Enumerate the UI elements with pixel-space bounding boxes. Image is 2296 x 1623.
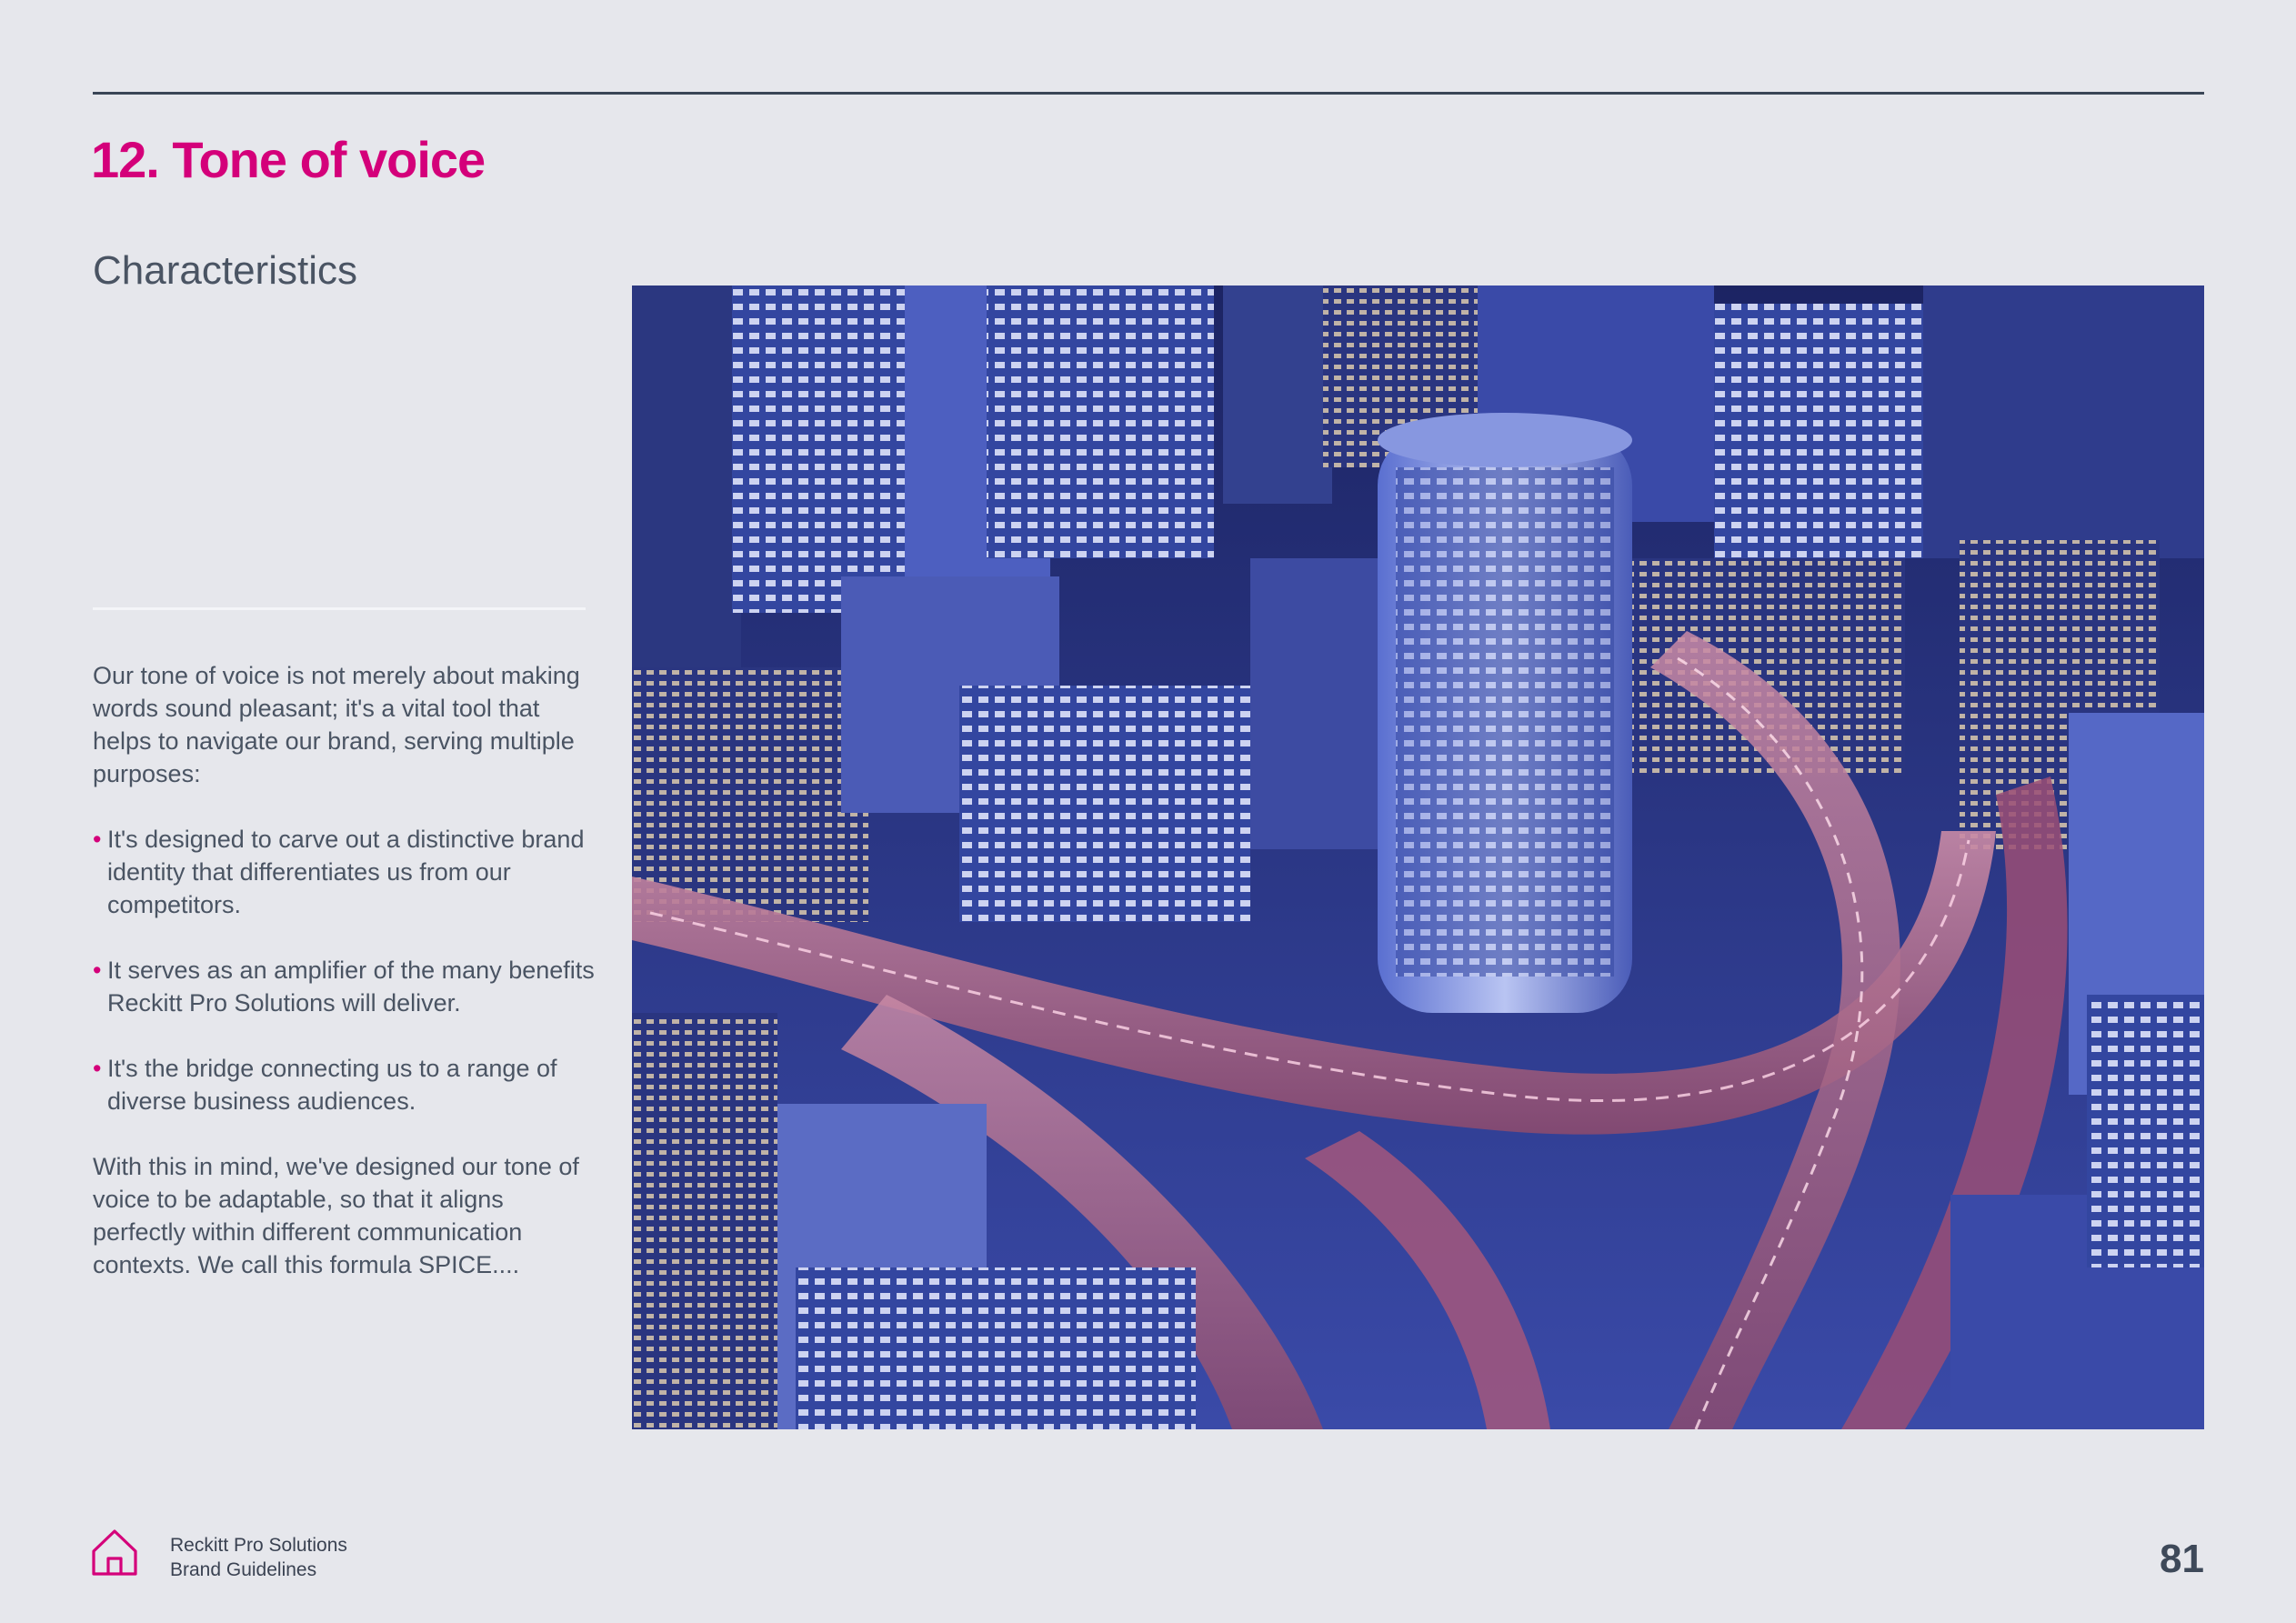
list-item: • It's the bridge connecting us to a rang… xyxy=(93,1052,602,1117)
footer-brand: Reckitt Pro Solutions Brand Guidelines xyxy=(170,1533,347,1582)
section-title: 12. Tone of voice xyxy=(91,131,486,188)
city-highway-photo xyxy=(632,286,2204,1429)
footer-brand-name: Reckitt Pro Solutions xyxy=(170,1535,347,1556)
intro-paragraph: Our tone of voice is not merely about ma… xyxy=(93,662,580,787)
conclusion-paragraph: With this in mind, we've designed our to… xyxy=(93,1153,579,1278)
house-icon[interactable] xyxy=(91,1528,138,1577)
page-subtitle: Characteristics xyxy=(93,248,357,293)
list-item-text: It's designed to carve out a distinctive… xyxy=(107,826,585,918)
list-item-text: It's the bridge connecting us to a range… xyxy=(107,1055,557,1115)
page-number: 81 xyxy=(2160,1537,2204,1581)
city-photo-illustration xyxy=(632,286,2204,1429)
list-item-text: It serves as an amplifier of the many be… xyxy=(107,957,595,1017)
purpose-list: • It's designed to carve out a distinctiv… xyxy=(93,823,602,1117)
bullet-icon: • xyxy=(93,826,102,853)
bullet-icon: • xyxy=(93,1055,102,1082)
top-divider xyxy=(93,92,2204,95)
list-item: • It's designed to carve out a distinctiv… xyxy=(93,823,602,921)
body-text-column: Our tone of voice is not merely about ma… xyxy=(93,659,602,1314)
sidebar-divider xyxy=(93,607,586,610)
footer-brand-doc: Brand Guidelines xyxy=(170,1559,317,1580)
bullet-icon: • xyxy=(93,957,102,984)
list-item: • It serves as an amplifier of the many b… xyxy=(93,954,602,1019)
